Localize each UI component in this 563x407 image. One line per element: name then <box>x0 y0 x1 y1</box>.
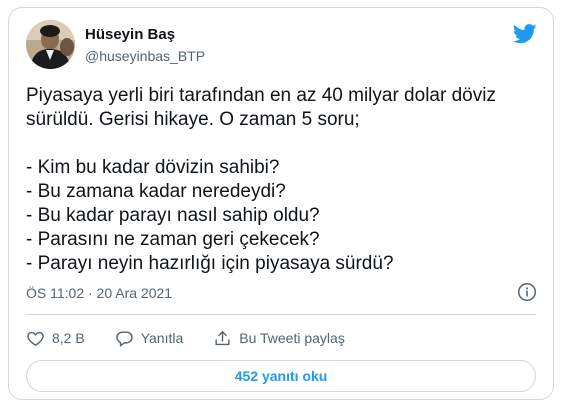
tweet-timestamp[interactable]: ÖS 11:02 · 20 Ara 2021 <box>26 285 172 301</box>
avatar[interactable] <box>26 20 75 69</box>
tweet-line: - Kim bu kadar dövizin sahibi? <box>26 157 280 178</box>
heart-icon <box>27 331 44 346</box>
divider <box>26 314 536 315</box>
avatar-image <box>26 20 75 69</box>
share-icon <box>215 330 230 345</box>
action-bar: 8,2 B Yanıtla Bu Tweeti paylaş <box>26 320 345 356</box>
reply-label: Yanıtla <box>140 330 184 346</box>
tweet-card: Hüseyin Baş @huseyinbas_BTP Piyasaya yer… <box>8 7 554 400</box>
tweet-line: Piyasaya yerli biri tarafından en az 40 … <box>26 85 496 106</box>
tweet-line <box>26 132 541 156</box>
tweet-line: - Bu zamana kadar neredeydi? <box>26 181 286 202</box>
author-name[interactable]: Hüseyin Baş <box>85 26 175 43</box>
tweet-line: sürüldü. Gerisi hikaye. O zaman 5 soru; <box>26 109 360 130</box>
tweet-line: - Parasını ne zaman geri çekecek? <box>26 229 320 250</box>
reply-button[interactable]: Yanıtla <box>115 329 184 348</box>
share-label: Bu Tweeti paylaş <box>239 330 345 346</box>
tweet-line: - Bu kadar parayı nasıl sahip oldu? <box>26 205 320 226</box>
read-replies-button[interactable]: 452 yanıtı oku <box>26 360 536 392</box>
info-icon[interactable] <box>517 282 537 302</box>
like-button[interactable]: 8,2 B <box>26 329 85 348</box>
speech-bubble-icon <box>115 330 133 346</box>
author-handle[interactable]: @huseyinbas_BTP <box>85 48 205 64</box>
twitter-bird-icon[interactable] <box>513 24 537 44</box>
like-count: 8,2 B <box>52 330 85 346</box>
share-button[interactable]: Bu Tweeti paylaş <box>213 329 345 348</box>
tweet-text: Piyasaya yerli biri tarafından en az 40 … <box>26 84 541 276</box>
tweet-line: - Parayı neyin hazırlığı için piyasaya s… <box>26 253 394 274</box>
